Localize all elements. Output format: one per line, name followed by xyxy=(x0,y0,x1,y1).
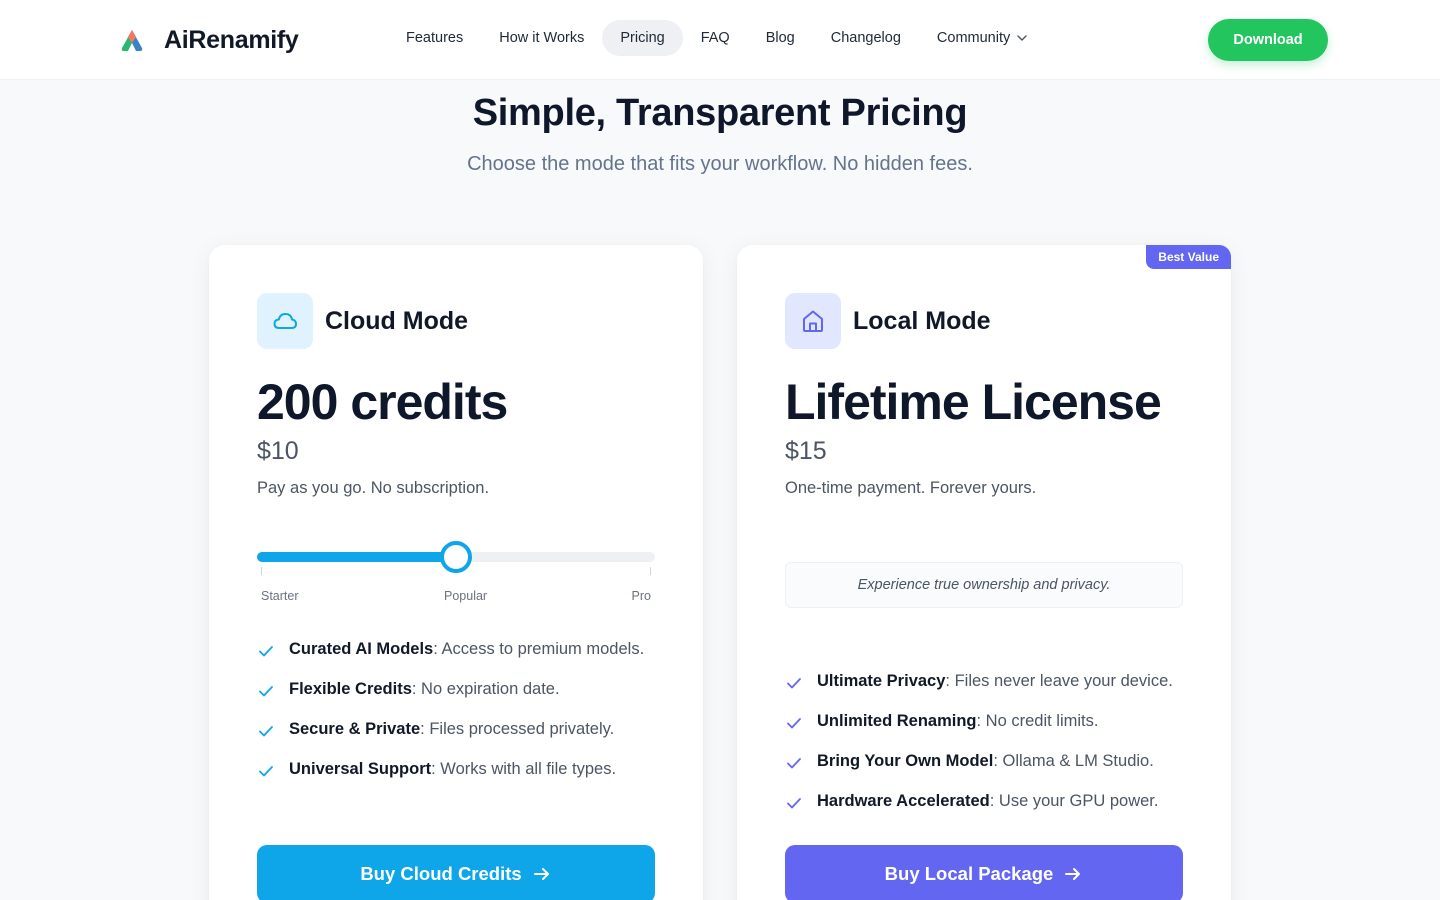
nav-community-label: Community xyxy=(936,30,1011,46)
list-item: Unlimited Renaming: No credit limits. xyxy=(785,709,1185,733)
list-item: Flexible Credits: No expiration date. xyxy=(257,677,657,701)
nav-pricing[interactable]: Pricing xyxy=(602,20,683,56)
local-mode-header: Local Mode xyxy=(785,293,991,349)
nav-community[interactable]: Community xyxy=(919,20,1047,56)
nav-faq[interactable]: FAQ xyxy=(683,20,748,56)
feature-title: Hardware Accelerated xyxy=(817,792,990,810)
credits-slider[interactable] xyxy=(257,541,655,575)
nav-changelog[interactable]: Changelog xyxy=(813,20,919,56)
brand[interactable]: AiRenamify xyxy=(116,22,299,58)
slider-tick-pro xyxy=(650,567,651,575)
slider-label-popular[interactable]: Popular xyxy=(444,589,487,603)
airenamify-logo-icon xyxy=(121,30,143,51)
best-value-badge: Best Value xyxy=(1146,245,1231,269)
feature-detail: : No expiration date. xyxy=(411,680,560,698)
cloud-price: $10 xyxy=(257,437,299,465)
cloud-feature-list: Curated AI Models: Access to premium mod… xyxy=(257,637,657,797)
slider-labels: Starter Popular Pro xyxy=(257,589,655,605)
main-nav: Features How it Works Pricing FAQ Blog C… xyxy=(388,20,1047,62)
feature-title: Unlimited Renaming xyxy=(817,712,977,730)
feature-text: Unlimited Renaming: No credit limits. xyxy=(817,709,1098,733)
feature-text: Secure & Private: Files processed privat… xyxy=(289,717,614,741)
feature-title: Curated AI Models xyxy=(289,640,434,658)
nav-how-it-works[interactable]: How it Works xyxy=(481,20,602,56)
check-icon xyxy=(787,758,801,769)
slider-thumb[interactable] xyxy=(440,541,472,573)
arrow-right-icon xyxy=(533,868,549,880)
buy-cloud-credits-button[interactable]: Buy Cloud Credits xyxy=(257,845,655,900)
cloud-description: Pay as you go. No subscription. xyxy=(257,479,490,497)
list-item: Universal Support: Works with all file t… xyxy=(257,757,657,781)
cloud-icon xyxy=(257,293,313,349)
download-button[interactable]: Download xyxy=(1208,19,1328,61)
page-title: Simple, Transparent Pricing xyxy=(472,92,968,134)
feature-detail: : Ollama & LM Studio. xyxy=(993,752,1154,770)
ownership-note: Experience true ownership and privacy. xyxy=(785,562,1183,608)
slider-tick-starter xyxy=(261,567,262,575)
check-icon xyxy=(259,726,273,737)
local-mode-title: Local Mode xyxy=(853,306,991,335)
feature-title: Bring Your Own Model xyxy=(817,752,994,770)
feature-text: Hardware Accelerated: Use your GPU power… xyxy=(817,789,1158,813)
check-icon xyxy=(787,718,801,729)
nav-blog[interactable]: Blog xyxy=(748,20,813,56)
cloud-credits-amount: 200 credits xyxy=(257,374,508,430)
feature-title: Universal Support xyxy=(289,760,432,778)
feature-text: Bring Your Own Model: Ollama & LM Studio… xyxy=(817,749,1154,773)
local-mode-card: Best Value Local Mode Lifetime License $… xyxy=(737,245,1231,900)
buy-cloud-credits-label: Buy Cloud Credits xyxy=(360,863,522,884)
page-subtitle: Choose the mode that fits your workflow.… xyxy=(467,153,973,175)
feature-detail: : Access to premium models. xyxy=(433,640,645,658)
chevron-down-icon xyxy=(1017,35,1027,41)
check-icon xyxy=(259,766,273,777)
feature-detail: : Files never leave your device. xyxy=(945,672,1173,690)
cloud-mode-card: Cloud Mode 200 credits $10 Pay as you go… xyxy=(209,245,703,900)
feature-title: Ultimate Privacy xyxy=(817,672,946,690)
list-item: Bring Your Own Model: Ollama & LM Studio… xyxy=(785,749,1185,773)
buy-local-package-button[interactable]: Buy Local Package xyxy=(785,845,1183,900)
slider-fill xyxy=(257,552,456,562)
feature-text: Curated AI Models: Access to premium mod… xyxy=(289,637,644,661)
feature-title: Secure & Private xyxy=(289,720,421,738)
feature-title: Flexible Credits xyxy=(289,680,412,698)
house-icon xyxy=(785,293,841,349)
list-item: Ultimate Privacy: Files never leave your… xyxy=(785,669,1185,693)
check-icon xyxy=(259,646,273,657)
cloud-mode-title: Cloud Mode xyxy=(325,306,469,335)
feature-detail: : Use your GPU power. xyxy=(989,792,1159,810)
feature-text: Ultimate Privacy: Files never leave your… xyxy=(817,669,1173,693)
list-item: Curated AI Models: Access to premium mod… xyxy=(257,637,657,661)
feature-detail: : Works with all file types. xyxy=(431,760,617,778)
top-navbar: AiRenamify Features How it Works Pricing… xyxy=(0,0,1440,80)
feature-text: Flexible Credits: No expiration date. xyxy=(289,677,560,701)
local-feature-list: Ultimate Privacy: Files never leave your… xyxy=(785,669,1185,829)
local-description: One-time payment. Forever yours. xyxy=(785,479,1037,497)
list-item: Hardware Accelerated: Use your GPU power… xyxy=(785,789,1185,813)
check-icon xyxy=(787,798,801,809)
slider-label-starter[interactable]: Starter xyxy=(261,589,299,603)
arrow-right-icon xyxy=(1065,868,1081,880)
brand-name: AiRenamify xyxy=(164,25,299,54)
feature-text: Universal Support: Works with all file t… xyxy=(289,757,616,781)
cloud-mode-header: Cloud Mode xyxy=(257,293,468,349)
local-price: $15 xyxy=(785,437,827,465)
list-item: Secure & Private: Files processed privat… xyxy=(257,717,657,741)
nav-features[interactable]: Features xyxy=(388,20,481,56)
slider-label-pro[interactable]: Pro xyxy=(632,589,651,603)
feature-detail: : No credit limits. xyxy=(976,712,1099,730)
check-icon xyxy=(259,686,273,697)
buy-local-package-label: Buy Local Package xyxy=(884,863,1054,884)
local-license-title: Lifetime License xyxy=(785,374,1162,430)
feature-detail: : Files processed privately. xyxy=(420,720,615,738)
check-icon xyxy=(787,678,801,689)
